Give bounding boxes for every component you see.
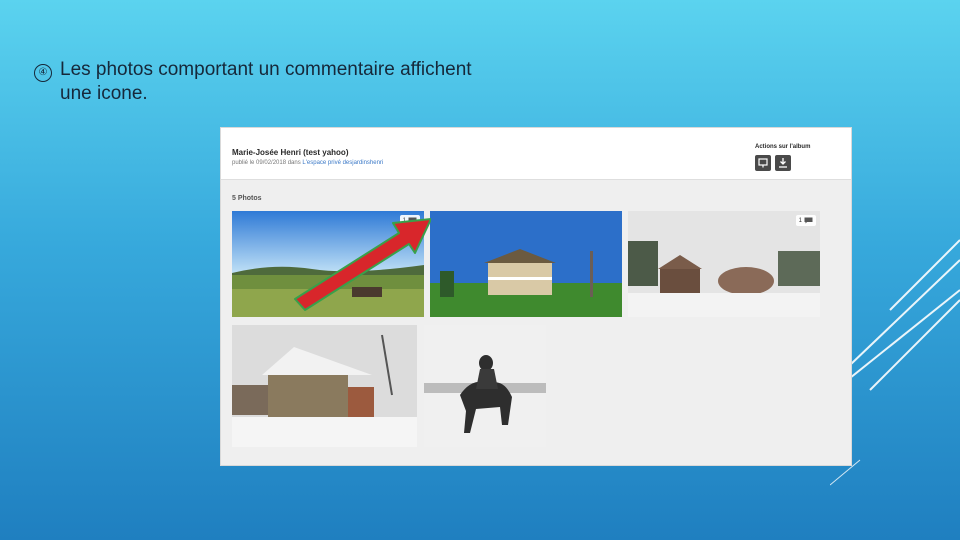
download-icon — [779, 158, 787, 168]
comment-count: 1 — [402, 217, 406, 224]
photo-stone-house-winter[interactable] — [232, 325, 417, 447]
photos-count: 5 Photos — [232, 195, 262, 202]
album-screenshot: Marie-Josée Henri (test yahoo) publié le… — [220, 127, 852, 466]
slideshow-button[interactable] — [755, 155, 771, 171]
barn-winter-image — [628, 211, 820, 317]
album-actions-label: Actions sur l'album — [755, 144, 811, 150]
download-button[interactable] — [775, 155, 791, 171]
comment-icon — [804, 217, 813, 224]
slide-bullet-text: Les photos comportant un commentaire aff… — [60, 59, 472, 104]
photo-field-landscape[interactable]: 1 — [232, 211, 424, 317]
bullet-number-icon: ④ — [34, 64, 52, 82]
farmhouse-image — [430, 211, 622, 317]
published-prefix: publié le 09/02/2018 dans — [232, 160, 301, 166]
album-meta: publié le 09/02/2018 dans L'espace privé… — [232, 160, 383, 166]
horse-rider-image — [424, 325, 546, 447]
photo-farmhouse-summer[interactable] — [430, 211, 622, 317]
photo-horse-rider-snow[interactable] — [424, 325, 546, 447]
space-link[interactable]: L'espace privé desjardinshenri — [302, 160, 383, 166]
album-author[interactable]: Marie-Josée Henri (test yahoo) — [232, 148, 348, 157]
field-landscape-image — [232, 211, 424, 317]
comment-badge[interactable]: 1 — [399, 215, 420, 226]
comment-icon — [408, 217, 417, 224]
photo-barn-winter[interactable]: 1 — [628, 211, 820, 317]
comment-badge[interactable]: 1 — [795, 215, 816, 226]
stone-house-image — [232, 325, 417, 447]
comment-count: 1 — [798, 217, 802, 224]
slideshow-icon — [758, 158, 768, 168]
slide-bullet: ④ Les photos comportant un commentaire a… — [34, 58, 474, 106]
album-header: Marie-Josée Henri (test yahoo) publié le… — [221, 128, 851, 180]
